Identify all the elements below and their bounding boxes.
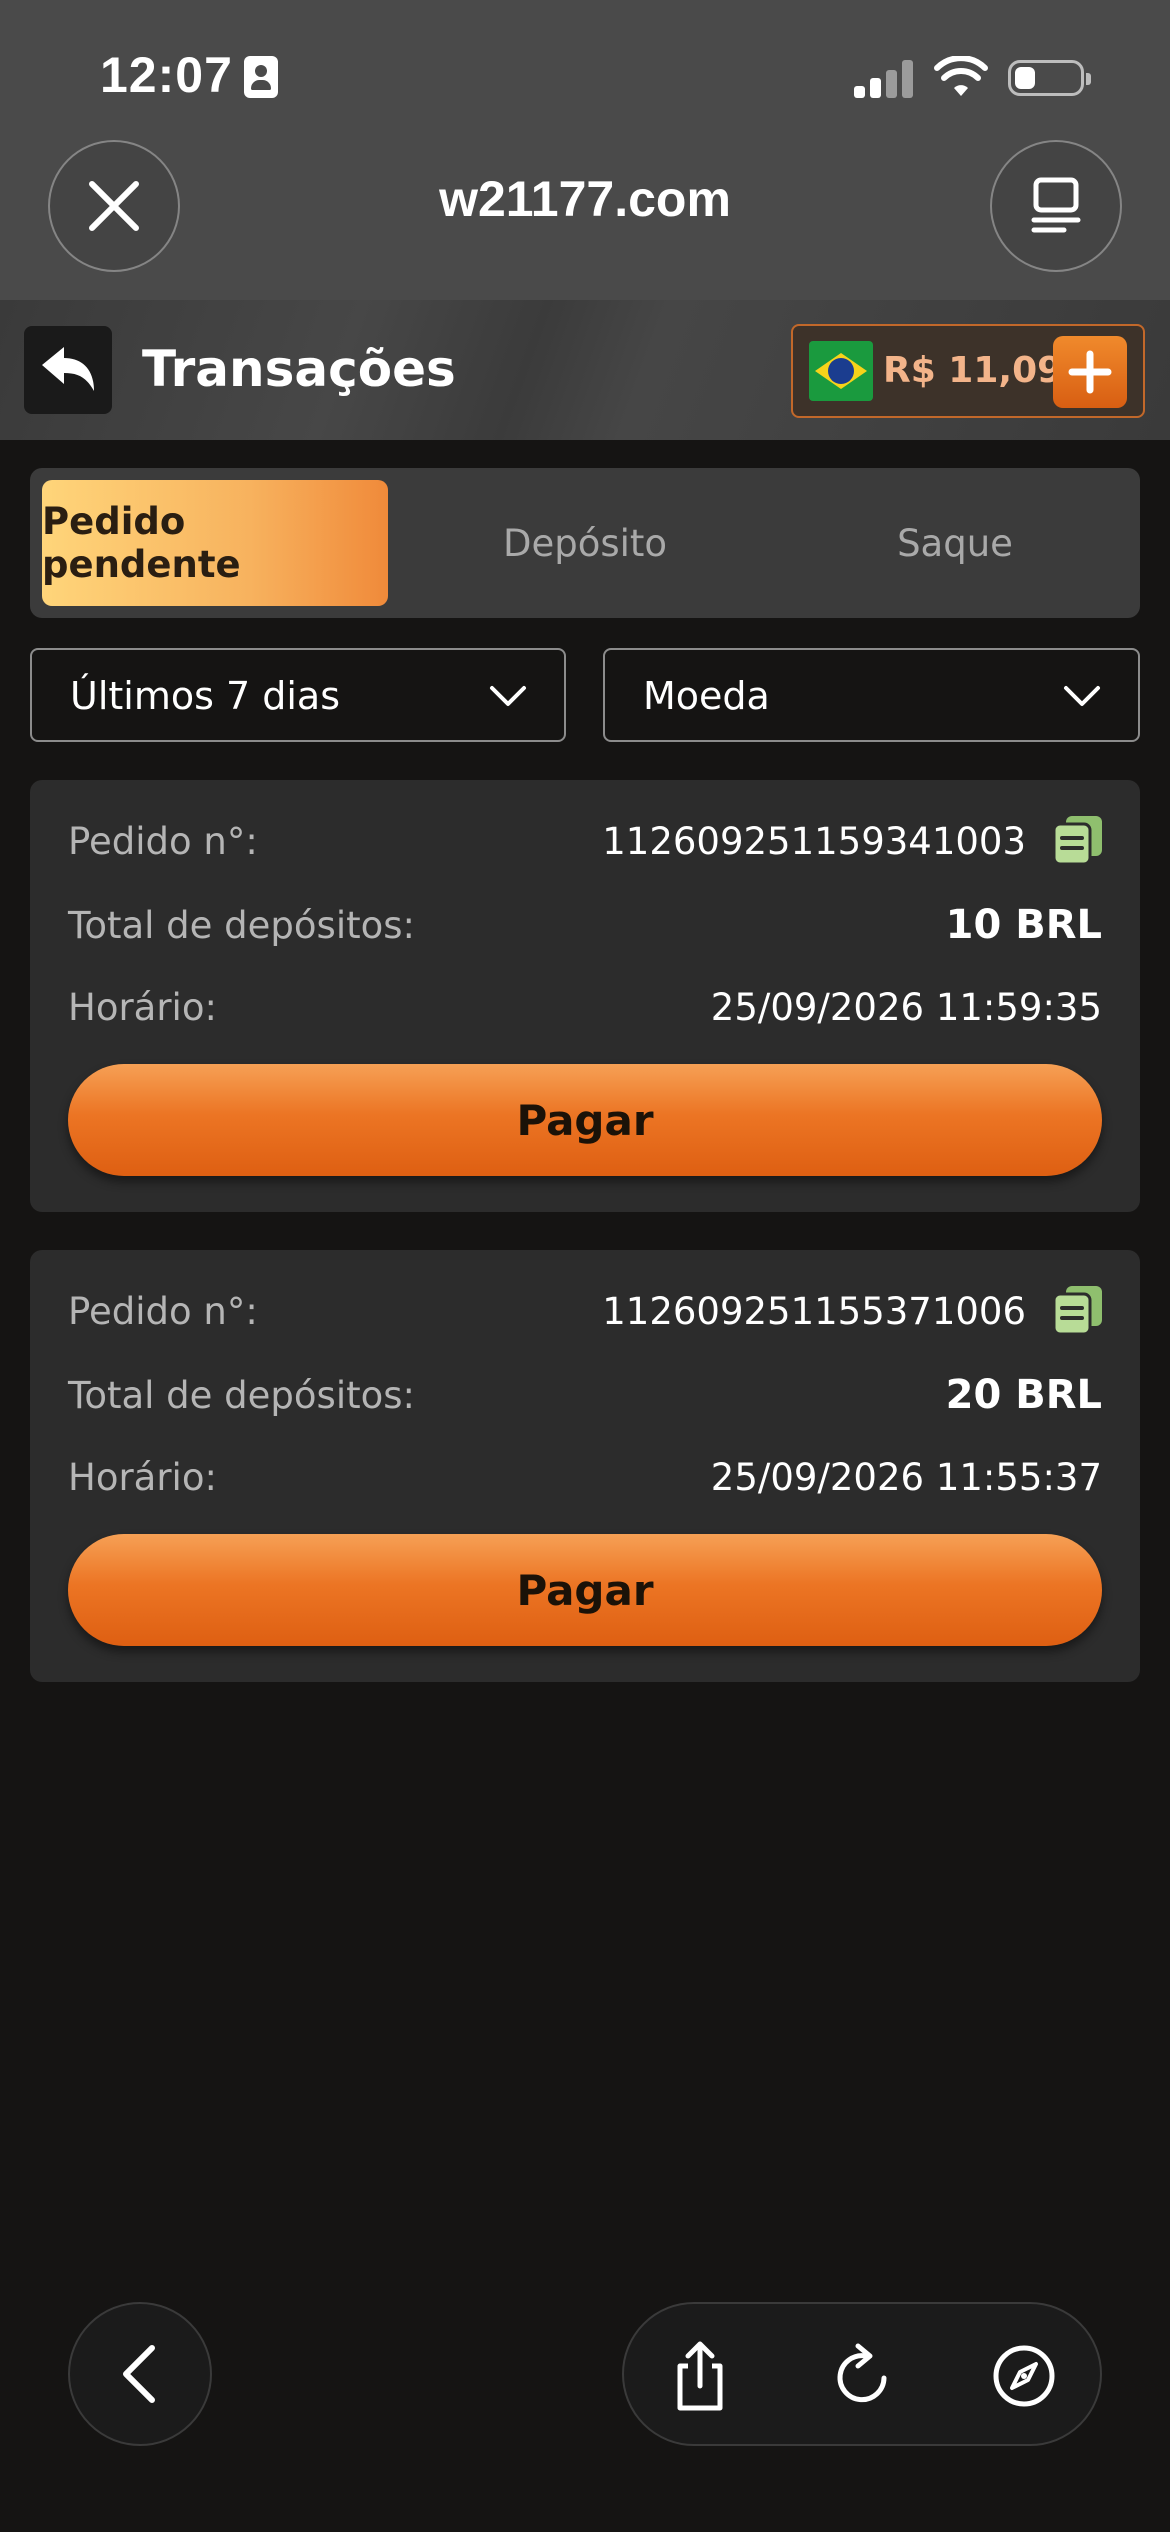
balance-amount: R$ 11,09 (883, 350, 1063, 391)
brazil-flag-icon (809, 341, 873, 401)
page-title: Transações (142, 340, 456, 398)
order-number-label: Pedido n°: (68, 1290, 258, 1333)
reader-icon (1031, 177, 1081, 233)
status-time: 12:07 (100, 47, 233, 103)
order-number-value: 112609251159341003 (602, 820, 1026, 863)
time-value: 25/09/2026 11:59:35 (710, 986, 1102, 1029)
pay-button[interactable]: Pagar (68, 1534, 1102, 1646)
order-number-value: 112609251155371006 (602, 1290, 1026, 1333)
battery-icon (1008, 60, 1091, 96)
total-deposits-value: 10 BRL (945, 902, 1102, 948)
total-deposits-label: Total de depósitos: (68, 1374, 416, 1417)
order-card: Pedido n°: 112609251159341003 Total de d… (30, 780, 1140, 1212)
browser-actions-group (622, 2302, 1102, 2446)
browser-back-button[interactable] (68, 2302, 212, 2446)
share-icon[interactable] (664, 2340, 736, 2412)
total-deposits-value: 20 BRL (945, 1372, 1102, 1418)
reader-mode-button[interactable] (990, 140, 1122, 272)
currency-select-value: Moeda (643, 674, 770, 718)
total-deposits-label: Total de depósitos: (68, 904, 416, 947)
period-select[interactable]: Últimos 7 dias (30, 648, 566, 742)
order-card: Pedido n°: 112609251155371006 Total de d… (30, 1250, 1140, 1682)
wifi-icon (934, 56, 988, 96)
time-label: Horário: (68, 986, 217, 1029)
time-value: 25/09/2026 11:55:37 (710, 1456, 1102, 1499)
order-number-label: Pedido n°: (68, 820, 258, 863)
tab-pending-order[interactable]: Pedido pendente (42, 480, 388, 606)
add-funds-button[interactable] (1053, 336, 1127, 408)
page: 12:07 w21177.com Transações R$ 11,09 Ped… (0, 0, 1170, 2532)
chevron-down-icon (490, 686, 526, 706)
period-select-value: Últimos 7 dias (70, 674, 340, 718)
plus-icon (1068, 350, 1112, 394)
id-card-icon (244, 56, 278, 98)
chevron-left-icon (123, 2345, 155, 2403)
tab-deposit[interactable]: Depósito (412, 480, 758, 606)
reply-arrow-icon (42, 347, 94, 391)
pay-button[interactable]: Pagar (68, 1064, 1102, 1176)
balance-widget[interactable]: R$ 11,09 (791, 324, 1145, 418)
compass-icon[interactable] (988, 2340, 1060, 2412)
transaction-tabs: Pedido pendente Depósito Saque (30, 468, 1140, 618)
back-button[interactable] (24, 326, 112, 414)
chevron-down-icon (1064, 686, 1100, 706)
time-label: Horário: (68, 1456, 217, 1499)
copy-icon[interactable] (1052, 814, 1104, 866)
reload-icon[interactable] (826, 2340, 898, 2412)
cellular-signal-icon (854, 58, 914, 98)
browser-top-bar: 12:07 w21177.com (0, 0, 1170, 300)
status-bar: 12:07 (0, 0, 1170, 140)
tab-withdraw[interactable]: Saque (782, 480, 1128, 606)
currency-select[interactable]: Moeda (603, 648, 1140, 742)
copy-icon[interactable] (1052, 1284, 1104, 1336)
